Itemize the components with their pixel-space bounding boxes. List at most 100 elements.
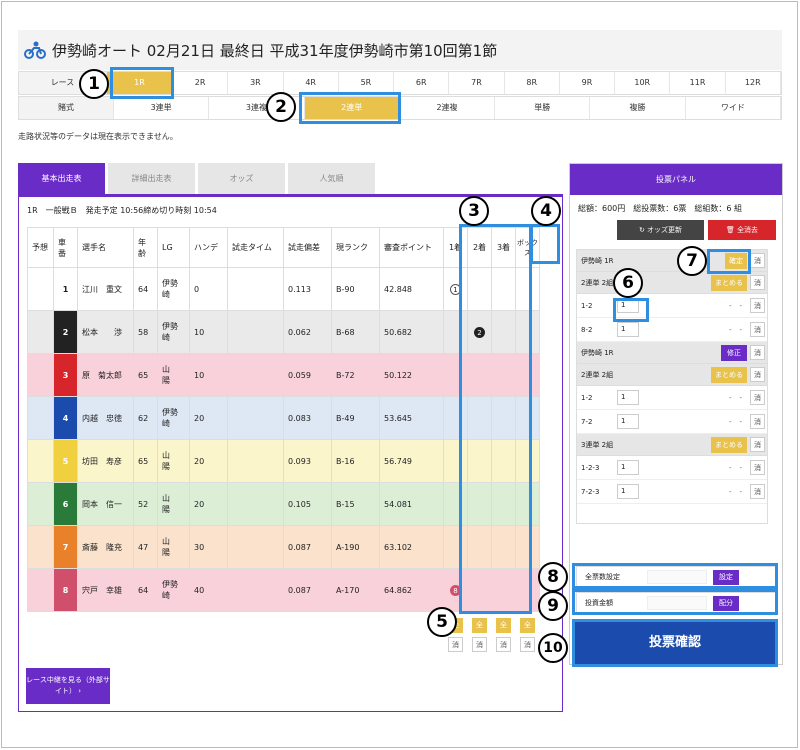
group-action-button[interactable]: まとめる	[711, 274, 747, 291]
cell-lg: 伊勢崎	[157, 267, 190, 311]
bet-combo: 1-2-3	[581, 463, 600, 472]
race-tab-9[interactable]: 9R	[560, 72, 616, 94]
race-tab-6[interactable]: 6R	[394, 72, 450, 94]
bet-line: 1-2-3 1- - 消	[577, 456, 767, 480]
cell-hande: 30	[189, 525, 228, 569]
highlight-7	[707, 249, 751, 274]
cell-rank: A-170	[331, 568, 380, 612]
bet-qty-input[interactable]: 1	[617, 390, 639, 405]
group-action-button[interactable]: まとめる	[711, 436, 747, 453]
race-tab-7[interactable]: 7R	[449, 72, 505, 94]
race-tab-2[interactable]: 2R	[173, 72, 229, 94]
odds-update-button[interactable]: ↻ オッズ更新	[617, 220, 704, 240]
bet-line-remove-button[interactable]: 消	[750, 298, 765, 313]
cell-age: 47	[133, 525, 158, 569]
col-header-5: ハンデ	[189, 227, 228, 268]
bet-qty-input[interactable]: 1	[617, 484, 639, 499]
predict-cell[interactable]	[27, 439, 54, 483]
cell-point: 64.862	[379, 568, 444, 612]
group-action-button[interactable]: まとめる	[711, 366, 747, 383]
bet-qty-input[interactable]: 1	[617, 414, 639, 429]
cell-dev: 0.087	[283, 525, 332, 569]
clear-all-button[interactable]: 🗑 全消去	[708, 220, 776, 240]
badge-3: 3	[459, 196, 489, 226]
badge-5: 5	[427, 607, 457, 637]
bet-type-4[interactable]: 単勝	[495, 97, 591, 119]
race-tab-12[interactable]: 12R	[726, 72, 781, 94]
bet-line-remove-button[interactable]: 消	[750, 390, 765, 405]
cell-lg: 伊勢崎	[157, 310, 190, 354]
page-title: 伊勢崎オート 02月21日 最終日 平成31年度伊勢崎市第10回第1節	[52, 41, 498, 60]
group-remove-button[interactable]: 消	[750, 344, 765, 360]
tab-1[interactable]: 詳細出走表	[108, 163, 195, 194]
race-tab-4[interactable]: 4R	[284, 72, 339, 94]
tab-2[interactable]: オッズ	[198, 163, 285, 194]
cell-rank: B-72	[331, 353, 380, 397]
bet-line-remove-button[interactable]: 消	[750, 484, 765, 499]
tab-3[interactable]: 人気順	[288, 163, 375, 194]
col-header-7: 試走偏差	[283, 227, 332, 268]
bet-group-title: 伊勢崎 1R	[581, 348, 614, 357]
cell-name: 松本 渉	[77, 310, 134, 354]
predict-cell[interactable]	[27, 482, 54, 526]
predict-cell[interactable]	[27, 525, 54, 569]
tab-0[interactable]: 基本出走表	[18, 163, 105, 194]
bet-odds: -	[728, 463, 732, 472]
bet-line-remove-button[interactable]: 消	[750, 322, 765, 337]
select-all-2-button[interactable]: 全	[472, 618, 487, 633]
clear-1-button[interactable]: 消	[448, 637, 463, 652]
bet-type-6[interactable]: ワイド	[686, 97, 781, 119]
group-remove-button[interactable]: 消	[750, 366, 765, 382]
cell-point: 50.122	[379, 353, 444, 397]
group-remove-button[interactable]: 消	[750, 252, 765, 268]
bet-line-remove-button[interactable]: 消	[750, 460, 765, 475]
predict-cell[interactable]	[27, 396, 54, 440]
bet-group-header: 3連単 2組 まとめる消	[577, 434, 767, 456]
bet-line: 7-2 1- - 消	[577, 410, 767, 434]
select-all-4-button[interactable]: 全	[520, 618, 535, 633]
clear-2-button[interactable]: 消	[472, 637, 487, 652]
car-number: 1	[53, 267, 78, 311]
cell-point: 54.081	[379, 482, 444, 526]
predict-cell[interactable]	[27, 353, 54, 397]
cell-age: 64	[133, 568, 158, 612]
cell-dev: 0.105	[283, 482, 332, 526]
select-all-3-button[interactable]: 全	[496, 618, 511, 633]
predict-cell[interactable]	[27, 568, 54, 612]
group-remove-button[interactable]: 消	[750, 436, 765, 452]
clear-4-button[interactable]: 消	[520, 637, 535, 652]
bet-list[interactable]: 伊勢崎 1R 確定消 2連単 2組 まとめる消 1-2 1- - 消 8-2 1- - 消伊勢崎 1R…	[576, 249, 768, 524]
predict-cell[interactable]	[27, 310, 54, 354]
cell-name: 宍戸 幸雄	[77, 568, 134, 612]
bet-type-3[interactable]: 2連複	[400, 97, 496, 119]
col-header-8: 現ランク	[331, 227, 380, 268]
bet-qty-input[interactable]: 1	[617, 322, 639, 337]
clear-3-button[interactable]: 消	[496, 637, 511, 652]
cell-dev: 0.087	[283, 568, 332, 612]
bet-line: 7-2-3 1- - 消	[577, 480, 767, 504]
header: 伊勢崎オート 02月21日 最終日 平成31年度伊勢崎市第10回第1節	[18, 30, 782, 70]
bet-type-0[interactable]: 3連単	[114, 97, 210, 119]
col-header-9: 審査ポイント	[379, 227, 444, 268]
group-remove-button[interactable]: 消	[750, 274, 765, 290]
bet-type-5[interactable]: 複勝	[590, 97, 686, 119]
race-tab-3[interactable]: 3R	[228, 72, 284, 94]
live-stream-button[interactable]: レース中継を見る（外部サイト） ›	[26, 668, 110, 704]
bet-odds: -	[728, 301, 732, 310]
badge-9: 9	[538, 591, 568, 621]
vote-panel-title: 投票パネル	[570, 164, 782, 195]
predict-cell[interactable]	[27, 267, 54, 311]
car-number: 7	[53, 525, 78, 569]
cell-dev: 0.093	[283, 439, 332, 483]
bet-line-remove-button[interactable]: 消	[750, 414, 765, 429]
bet-amount: -	[739, 301, 742, 310]
bet-qty-input[interactable]: 1	[617, 460, 639, 475]
race-tab-5[interactable]: 5R	[339, 72, 395, 94]
cell-trial-time	[227, 310, 284, 354]
race-tab-11[interactable]: 11R	[670, 72, 726, 94]
highlight-10	[572, 619, 778, 667]
race-tab-8[interactable]: 8R	[505, 72, 560, 94]
cell-point: 42.848	[379, 267, 444, 311]
race-tab-10[interactable]: 10R	[615, 72, 671, 94]
group-action-button[interactable]: 修正	[721, 344, 747, 361]
